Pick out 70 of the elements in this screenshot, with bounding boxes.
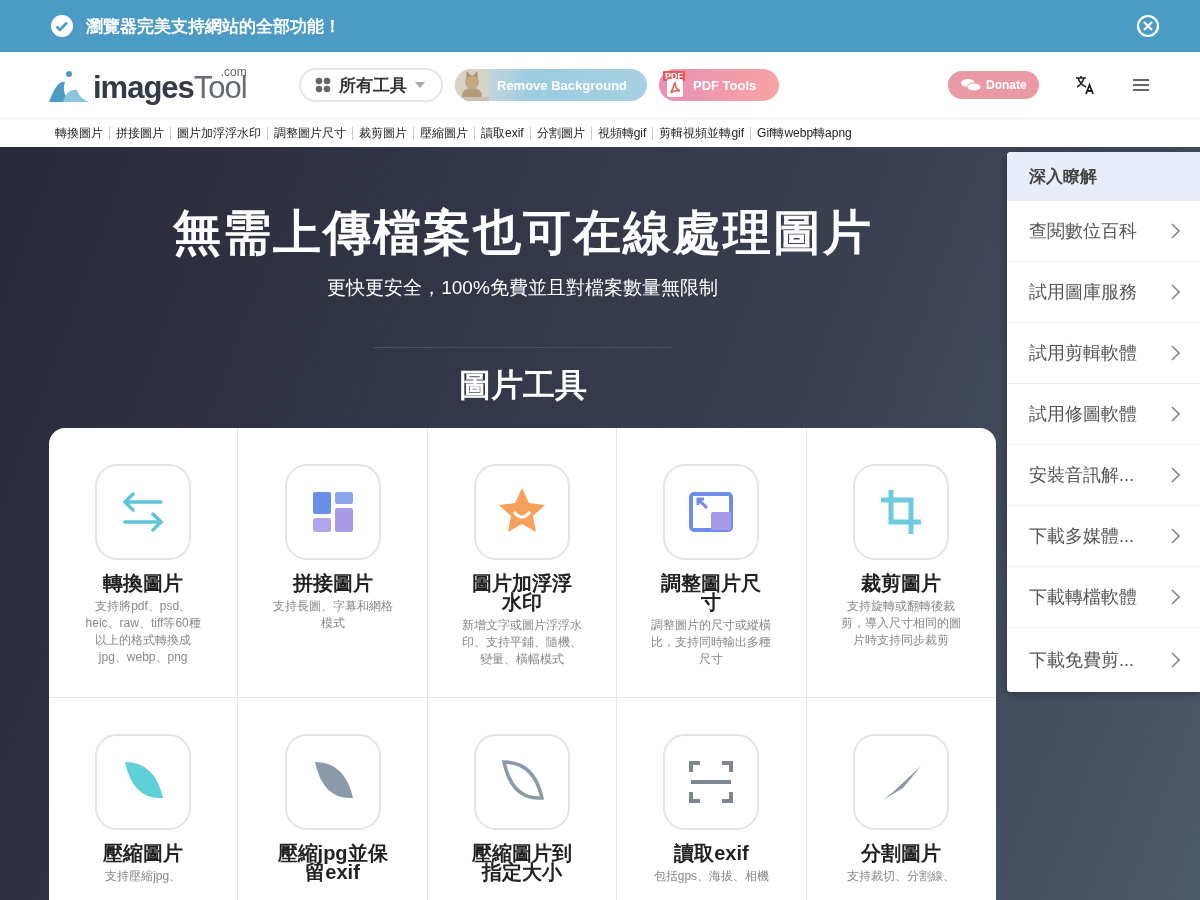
tool-name: 圖片加浮浮水印: [471, 574, 573, 612]
section-title: 圖片工具: [458, 366, 587, 405]
tool-description: 支持旋轉或翻轉後裁剪，導入尺寸相同的圖片時支持同步裁剪: [840, 598, 963, 649]
tool-name: 壓縮圖片: [102, 844, 185, 863]
tool-link[interactable]: 調整圖片尺寸: [267, 126, 352, 140]
tool-name: 調整圖片尺寸: [660, 574, 763, 612]
tool-name: 壓縮圖片到指定大小: [471, 844, 573, 882]
tool-link[interactable]: 剪輯視頻並轉gif: [652, 126, 751, 140]
tool-name: 讀取exif: [673, 844, 750, 863]
chevron-right-icon: [1171, 528, 1180, 544]
tool-description: 調整圖片的尺寸或縱橫比，支持同時輸出多種尺寸: [650, 617, 773, 668]
all-tools-dropdown[interactable]: 所有工具: [299, 68, 443, 102]
menu-item[interactable]: 試用圖庫服務: [1007, 261, 1200, 322]
chevron-right-icon: [1171, 589, 1180, 605]
tool-name: 壓縮jpg並保留exif: [277, 844, 388, 882]
tool-name: 分割圖片: [860, 844, 943, 863]
check-icon: [50, 14, 74, 38]
chevron-right-icon: [1171, 467, 1180, 483]
tool-tile[interactable]: 拼接圖片 支持長圖、字幕和網格模式: [238, 428, 428, 698]
menu-item[interactable]: 下載多媒體...: [1007, 505, 1200, 566]
pdf-tools-button[interactable]: PDF PDF Tools: [659, 69, 779, 101]
dots-icon: [315, 77, 331, 93]
tool-tile[interactable]: 壓縮圖片到指定大小: [427, 698, 618, 900]
tool-description: 支持將pdf、psd、heic、raw、tiff等60種以上的格式轉換成jpg、webp、png: [84, 598, 202, 666]
tool-tile[interactable]: 調整圖片尺寸 調整圖片的尺寸或縱橫比，支持同時輸出多種尺寸: [617, 428, 807, 698]
menu-item[interactable]: 下載轉檔軟體: [1007, 566, 1200, 627]
chevron-right-icon: [1171, 284, 1180, 300]
translate-icon[interactable]: [1074, 75, 1095, 95]
tool-tile[interactable]: 圖片加浮浮水印 新增文字或圖片浮浮水印、支持平鋪、隨機、變量、橫幅模式: [427, 428, 618, 698]
chevron-right-icon: [1171, 406, 1180, 422]
menu-item[interactable]: 查閱數位百科: [1007, 200, 1200, 261]
tool-tile[interactable]: 壓縮圖片 支持壓縮jpg、: [49, 698, 239, 900]
banner-message: 瀏覽器完美支持網站的全部功能！: [86, 15, 342, 38]
tool-link[interactable]: 圖片加浮浮水印: [170, 126, 267, 140]
tool-description: 支持裁切、分割線、: [846, 868, 957, 885]
menu-icon[interactable]: [1132, 78, 1149, 92]
tool-link[interactable]: 拼接圖片: [109, 126, 170, 140]
tool-name: 轉換圖片: [102, 574, 185, 593]
tool-link[interactable]: 轉換圖片: [49, 126, 109, 140]
tool-name: 拼接圖片: [291, 574, 374, 593]
chevron-right-icon: [1171, 223, 1180, 239]
tool-description: 支持長圖、字幕和網格模式: [271, 598, 394, 632]
tool-tile[interactable]: 壓縮jpg並保留exif: [238, 698, 428, 900]
tool-description: 新增文字或圖片浮浮水印、支持平鋪、隨機、變量、橫幅模式: [461, 617, 583, 668]
tool-link[interactable]: 壓縮圖片: [413, 126, 474, 140]
coins-icon: [960, 78, 982, 92]
menu-item[interactable]: 試用修圖軟體: [1007, 383, 1200, 444]
chevron-right-icon: [1171, 345, 1180, 361]
tool-link[interactable]: 分割圖片: [529, 126, 591, 140]
hero-subtitle: 更快更安全，100%免費並且對檔案數量無限制: [327, 276, 718, 300]
chevron-right-icon: [1171, 652, 1180, 668]
tool-tile[interactable]: 讀取exif 包括gps、海拔、相機: [617, 698, 807, 900]
tool-link[interactable]: 讀取exif: [474, 126, 530, 140]
hero-title: 無需上傳檔案也可在線處理圖片: [172, 205, 873, 261]
logo-icon: [49, 70, 89, 104]
tool-name: 裁剪圖片: [860, 574, 943, 593]
menu-header: 深入瞭解: [1007, 152, 1200, 200]
tool-link[interactable]: Gif轉webp轉apng: [750, 126, 858, 140]
tool-tile[interactable]: 分割圖片 支持裁切、分割線、: [806, 698, 996, 900]
menu-item[interactable]: 安裝音訊解...: [1007, 444, 1200, 505]
close-icon[interactable]: [1136, 14, 1160, 38]
tool-description: 支持壓縮jpg、: [104, 868, 183, 885]
tool-link[interactable]: 視頻轉gif: [590, 126, 653, 140]
menu-item[interactable]: 試用剪輯軟體: [1007, 322, 1200, 383]
tool-tile[interactable]: 裁剪圖片 支持旋轉或翻轉後裁剪，導入尺寸相同的圖片時支持同步裁剪: [806, 428, 996, 698]
tool-link[interactable]: 裁剪圖片: [352, 126, 413, 140]
tool-description: 包括gps、海拔、相機: [652, 868, 771, 885]
caret-icon: [415, 82, 425, 88]
tool-tile[interactable]: 轉換圖片 支持將pdf、psd、heic、raw、tiff等60種以上的格式轉換成jpg、webp、png: [49, 428, 239, 698]
menu-item[interactable]: 下載免費剪...: [1007, 627, 1200, 692]
